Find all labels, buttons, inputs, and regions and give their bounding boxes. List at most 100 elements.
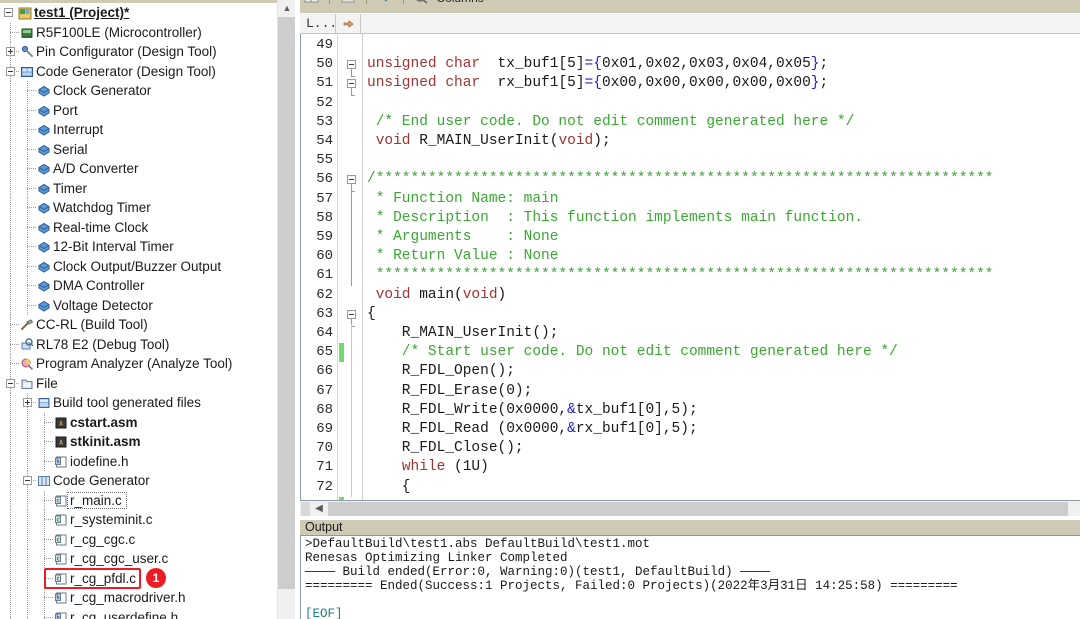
collapse-icon[interactable] — [4, 8, 13, 17]
code-line[interactable]: unsigned char rx_buf1[5]={0x00,0x00,0x00… — [367, 74, 828, 93]
grid-icon[interactable] — [340, 0, 357, 3]
code-line[interactable]: while (1U) — [367, 458, 489, 477]
tree-item-r-systeminit-c[interactable]: c r_systeminit.c — [0, 510, 277, 530]
table-icon[interactable] — [303, 0, 320, 3]
horizontal-scroll-thumb[interactable] — [328, 502, 1068, 516]
code-line[interactable]: void R_MAIN_UserInit(void); — [367, 132, 611, 151]
tree-item-build-tool-generated-files[interactable]: Build tool generated files — [0, 393, 277, 413]
tree-item-r-cg-pfdl-c[interactable]: c r_cg_pfdl.c — [0, 568, 277, 588]
tree-item-r-cg-userdefine-h[interactable]: h r_cg_userdefine.h — [0, 607, 277, 619]
tree-item-r-cg-cgc-user-c[interactable]: c r_cg_cgc_user.c — [0, 549, 277, 569]
output-text[interactable]: >DefaultBuild\test1.abs DefaultBuild\tes… — [300, 535, 1080, 619]
tree-item-program-analyzer-analyze-tool[interactable]: Program Analyzer (Analyze Tool) — [0, 354, 277, 374]
code-line[interactable]: R_FDL_Erase(0); — [367, 382, 533, 401]
tree-indent-guide — [10, 432, 11, 452]
code-fold-collapse-icon[interactable] — [347, 309, 356, 319]
tree-item-cc-rl-build-tool[interactable]: CC-RL (Build Tool) — [0, 315, 277, 335]
code-line[interactable]: R_FDL_Read (0x0000,&rx_buf1[0],5); — [367, 420, 698, 439]
project-tree-panel[interactable]: test1 (Project)* R5F100LE (Microcontroll… — [0, 0, 277, 619]
scroll-thumb[interactable] — [278, 17, 295, 589]
tree-branch-guide — [27, 246, 36, 247]
zoom-icon[interactable] — [413, 0, 430, 4]
tree-indent-guide — [10, 295, 11, 315]
tree-item-stkinit-asm[interactable]: Astkinit.asm — [0, 432, 277, 452]
tree-item-iodefine-h[interactable]: h iodefine.h — [0, 451, 277, 471]
tree-item-serial[interactable]: Serial — [0, 139, 277, 159]
tree-item-test1-project[interactable]: test1 (Project)* — [0, 3, 277, 23]
code-line[interactable]: unsigned char tx_buf1[5]={0x01,0x02,0x03… — [367, 55, 828, 74]
code-line[interactable]: R_FDL_Open(); — [367, 362, 515, 381]
output-panel[interactable]: Output >DefaultBuild\test1.abs DefaultBu… — [300, 519, 1080, 619]
component-blue-icon — [37, 123, 51, 137]
scroll-up-arrow-icon[interactable]: ▲ — [278, 0, 296, 17]
analyze-tool-icon — [20, 357, 34, 371]
tree-item-r-cg-cgc-c[interactable]: c r_cg_cgc.c — [0, 529, 277, 549]
code-line[interactable]: { — [367, 478, 411, 497]
editor-horizontal-scrollbar[interactable]: ◀ — [300, 500, 1080, 516]
tree-item-voltage-detector[interactable]: Voltage Detector — [0, 295, 277, 315]
tree-item-real-time-clock[interactable]: Real-time Clock — [0, 217, 277, 237]
code-line[interactable]: ****************************************… — [367, 266, 994, 285]
code-line[interactable]: * Arguments : None — [367, 228, 559, 247]
tree-item-watchdog-timer[interactable]: Watchdog Timer — [0, 198, 277, 218]
tree-vertical-scrollbar[interactable]: ▲ — [277, 0, 296, 619]
code-line[interactable]: R_MAIN_UserInit(); — [367, 324, 559, 343]
code-fold-foot — [351, 76, 355, 78]
line-number: 57 — [316, 190, 333, 207]
code-line[interactable]: * Return Value : None — [367, 247, 559, 266]
expand-icon[interactable] — [23, 398, 32, 407]
expand-icon[interactable] — [6, 47, 15, 56]
code-token: R_FDL_Write(0x0000, — [367, 401, 568, 418]
tree-item-label: r_cg_pfdl.c — [70, 570, 137, 586]
collapse-icon[interactable] — [23, 476, 32, 485]
svg-text:A: A — [59, 420, 63, 427]
tree-item-code-generator-design-tool[interactable]: Code Generator (Design Tool) — [0, 61, 277, 81]
code-line[interactable]: R_FDL_Close(); — [367, 439, 524, 458]
code-folding-gutter[interactable] — [344, 34, 362, 500]
collapse-icon[interactable] — [6, 66, 15, 76]
code-line[interactable]: void main(void) — [367, 286, 507, 305]
code-fold-collapse-icon[interactable] — [347, 79, 356, 89]
tree-item-cstart-asm[interactable]: Acstart.asm — [0, 412, 277, 432]
tree-item-r5f100le-microcontroller[interactable]: R5F100LE (Microcontroller) — [0, 22, 277, 42]
line-number-column-header[interactable]: L... — [302, 14, 337, 34]
tree-item-label: Interrupt — [53, 122, 104, 137]
tree-item-port[interactable]: Port — [0, 100, 277, 120]
code-line[interactable]: * Description : This function implements… — [367, 209, 863, 228]
code-token: while — [401, 459, 446, 476]
editor-toolbar-items[interactable]: Columns — [300, 0, 484, 13]
arrow-right-icon[interactable] — [376, 0, 393, 2]
code-fold-collapse-icon[interactable] — [347, 60, 356, 70]
tree-item-r-cg-macrodriver-h[interactable]: h r_cg_macrodriver.h — [0, 588, 277, 608]
tree-item-a-d-converter[interactable]: A/D Converter — [0, 159, 277, 179]
tree-item-clock-output-buzzer-output[interactable]: Clock Output/Buzzer Output — [0, 256, 277, 276]
tree-item-label: cstart.asm — [70, 414, 138, 430]
tree-item-timer[interactable]: Timer — [0, 178, 277, 198]
bookmark-column-header[interactable] — [337, 14, 361, 34]
collapse-icon[interactable] — [6, 378, 15, 388]
tree-item-12-bit-interval-timer[interactable]: 12-Bit Interval Timer — [0, 237, 277, 257]
tree-item-interrupt[interactable]: Interrupt — [0, 120, 277, 140]
code-line[interactable]: /* Start user code. Do not edit comment … — [367, 343, 898, 362]
code-token: ****************************************… — [367, 267, 994, 284]
code-line[interactable]: /***************************************… — [367, 170, 994, 189]
tree-item-dma-controller[interactable]: DMA Controller — [0, 276, 277, 296]
tree-item-r-main-c[interactable]: c r_main.c — [0, 490, 277, 510]
code-line[interactable]: R_FDL_Write(0x0000,&tx_buf1[0],5); — [367, 401, 698, 420]
tree-item-code-generator[interactable]: Code Generator — [0, 471, 277, 491]
tree-item-pin-configurator-design-tool[interactable]: Pin Configurator (Design Tool) — [0, 42, 277, 62]
code-token: ; — [819, 56, 829, 73]
tree-item-rl78-e2-debug-tool[interactable]: RL78 E2 (Debug Tool) — [0, 334, 277, 354]
code-fold-collapse-icon[interactable] — [347, 175, 356, 185]
code-text-area[interactable]: 49 50 51 52 53 54 55 56 57 58 59 60 61 62 63 64 65 66 67 68… — [300, 34, 1080, 500]
code-line[interactable]: /* End user code. Do not edit comment ge… — [367, 113, 855, 132]
tree-item-clock-generator[interactable]: Clock Generator — [0, 81, 277, 101]
tree-item-label: 12-Bit Interval Timer — [53, 239, 174, 254]
tree-item-file[interactable]: File — [0, 373, 277, 393]
project-tree[interactable]: test1 (Project)* R5F100LE (Microcontroll… — [0, 3, 277, 619]
scroll-left-arrow-icon[interactable]: ◀ — [311, 501, 327, 516]
editor-toolbar[interactable]: Columns — [300, 0, 1080, 13]
code-line[interactable]: * Function Name: main — [367, 190, 559, 209]
code-line[interactable]: { — [367, 305, 376, 324]
